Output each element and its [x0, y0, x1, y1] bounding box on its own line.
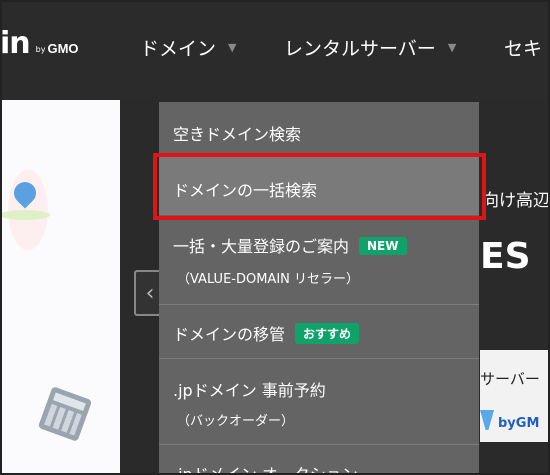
logo-gmo-text: GMO	[47, 41, 79, 56]
nav-item-domain[interactable]: ドメイン ▼	[140, 34, 236, 61]
menu-label-bulk-search: ドメインの一括検索	[173, 181, 318, 200]
menu-sub-reseller: （VALUE-DOMAIN リセラー）	[177, 272, 360, 287]
nav-label-rental-server: レンタルサーバー	[284, 38, 436, 60]
decor-shadow	[0, 210, 50, 220]
chevron-left-icon: ‹	[145, 280, 155, 306]
page-left-illustration	[0, 100, 120, 475]
menu-label-domain-transfer: ドメインの移管 おすすめ	[173, 321, 360, 345]
menu-label-domain-transfer-text: ドメインの移管	[173, 325, 286, 344]
nav-label-security: セキ	[504, 38, 543, 60]
logo-by-text: by	[35, 45, 46, 54]
logo-text: in	[0, 26, 31, 61]
chevron-down-icon: ▼	[447, 41, 457, 54]
nav-item-security[interactable]: セキ	[504, 34, 542, 61]
promo-card[interactable]: サーバー byGM	[480, 350, 550, 442]
menu-sub-backorder: （バックオーダー）	[177, 414, 295, 429]
chevron-down-icon: ▼	[228, 41, 237, 54]
menu-item-bulk-registration[interactable]	[159, 215, 479, 305]
recommended-badge: おすすめ	[295, 323, 360, 344]
calculator-icon	[37, 386, 93, 442]
menu-item-jp-preorder[interactable]	[159, 359, 479, 445]
menu-label-domain-search: 空きドメイン検索	[173, 125, 302, 144]
nav-label-domain: ドメイン	[140, 38, 217, 60]
hero-heading-fragment: 向け高辺	[482, 191, 550, 211]
new-badge: NEW	[359, 237, 407, 255]
menu-label-jp-preorder: .jpドメイン 事前予約	[173, 381, 326, 400]
domain-dropdown-menu: 空きドメイン検索 ドメインの一括検索 一括・大量登録のご案内 NEW （VALUE…	[159, 102, 479, 475]
top-header: in by GMO ドメイン ▼ レンタルサーバー ▼ セキ	[0, 0, 550, 100]
promo-card-text: サーバー	[480, 370, 540, 388]
menu-label-jp-auction: .jpドメイン オークション	[173, 465, 358, 475]
nav-item-rental-server[interactable]: レンタルサーバー ▼	[284, 34, 456, 61]
site-logo[interactable]: in by GMO	[0, 28, 79, 60]
hero-big-text: ES	[480, 236, 531, 277]
brand-icon	[480, 410, 494, 430]
menu-label-bulk-registration: 一括・大量登録のご案内 NEW	[173, 233, 407, 257]
promo-card-brand: byGM	[498, 416, 540, 431]
menu-label-bulk-registration-text: 一括・大量登録のご案内	[173, 237, 350, 256]
